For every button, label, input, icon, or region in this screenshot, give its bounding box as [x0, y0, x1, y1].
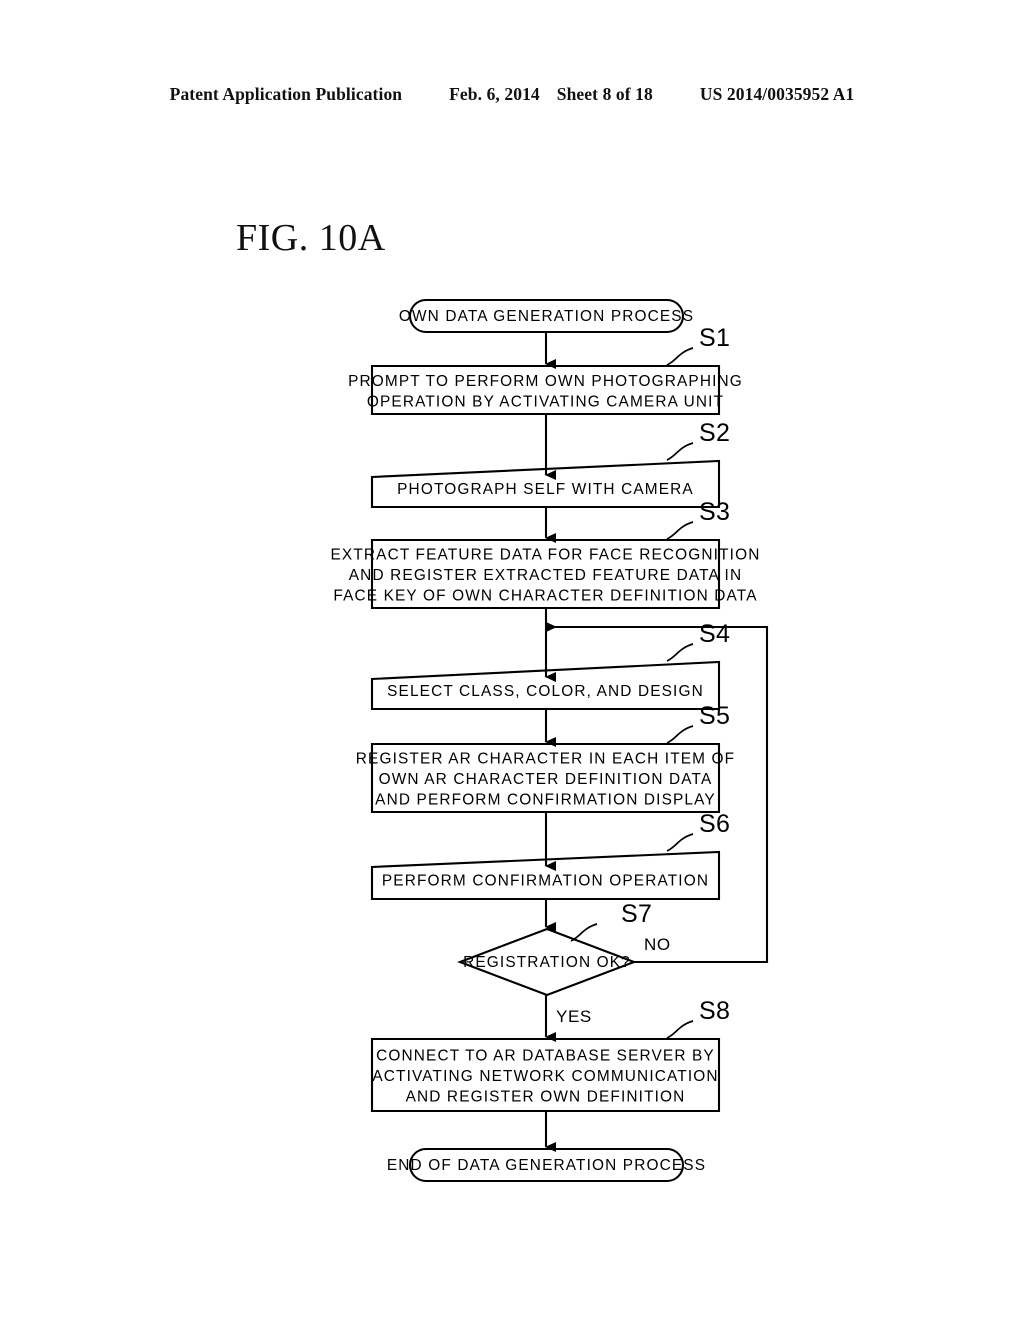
flow-s8-line: CONNECT TO AR DATABASE SERVER BY: [376, 1048, 715, 1065]
flowchart-diagram: OWN DATA GENERATION PROCESS PROMPT TO PER…: [331, 298, 769, 1183]
step-label-s7: S7: [621, 900, 652, 928]
step-label-s6: S6: [699, 810, 730, 838]
flow-s8-line: AND REGISTER OWN DEFINITION: [406, 1089, 686, 1106]
step-label-s3: S3: [699, 498, 730, 526]
branch-label-yes: YES: [556, 1007, 592, 1026]
step-leader-s5: [666, 725, 694, 744]
step-label-s5: S5: [699, 702, 730, 730]
step-label-s1: S1: [699, 324, 730, 352]
flow-s7-label: REGISTRATION OK?: [463, 954, 631, 971]
flow-s1-line: PROMPT TO PERFORM OWN PHOTOGRAPHING: [348, 373, 743, 390]
flow-end-label: END OF DATA GENERATION PROCESS: [387, 1157, 706, 1174]
flow-s5-line: REGISTER AR CHARACTER IN EACH ITEM OF: [356, 751, 735, 768]
flow-s3-line: FACE KEY OF OWN CHARACTER DEFINITION DAT…: [333, 588, 757, 605]
step-leader-s3: [666, 521, 694, 540]
step-leader-s7: [570, 923, 598, 942]
flow-start-label: OWN DATA GENERATION PROCESS: [399, 308, 694, 325]
step-leader-s4: [666, 643, 694, 662]
flow-s3-line: EXTRACT FEATURE DATA FOR FACE RECOGNITIO…: [331, 547, 761, 564]
flow-s4-line: SELECT CLASS, COLOR, AND DESIGN: [387, 683, 704, 700]
flow-s6-line: PERFORM CONFIRMATION OPERATION: [382, 873, 709, 890]
step-label-s8: S8: [699, 997, 730, 1025]
flow-s2-line: PHOTOGRAPH SELF WITH CAMERA: [397, 481, 694, 498]
flow-s5-line: OWN AR CHARACTER DEFINITION DATA: [379, 771, 713, 788]
flow-s8-line: ACTIVATING NETWORK COMMUNICATION: [372, 1068, 718, 1085]
flow-s3-line: AND REGISTER EXTRACTED FEATURE DATA IN: [349, 567, 742, 584]
step-leader-s6: [666, 833, 694, 852]
step-label-s2: S2: [699, 419, 730, 447]
step-leader-s8: [666, 1020, 694, 1039]
flow-s5-line: AND PERFORM CONFIRMATION DISPLAY: [375, 792, 716, 809]
step-leader-s2: [666, 442, 694, 461]
branch-label-no: NO: [644, 935, 671, 954]
step-label-s4: S4: [699, 620, 730, 648]
step-leader-s1: [666, 347, 694, 366]
flow-s1-line: OPERATION BY ACTIVATING CAMERA UNIT: [367, 393, 724, 410]
